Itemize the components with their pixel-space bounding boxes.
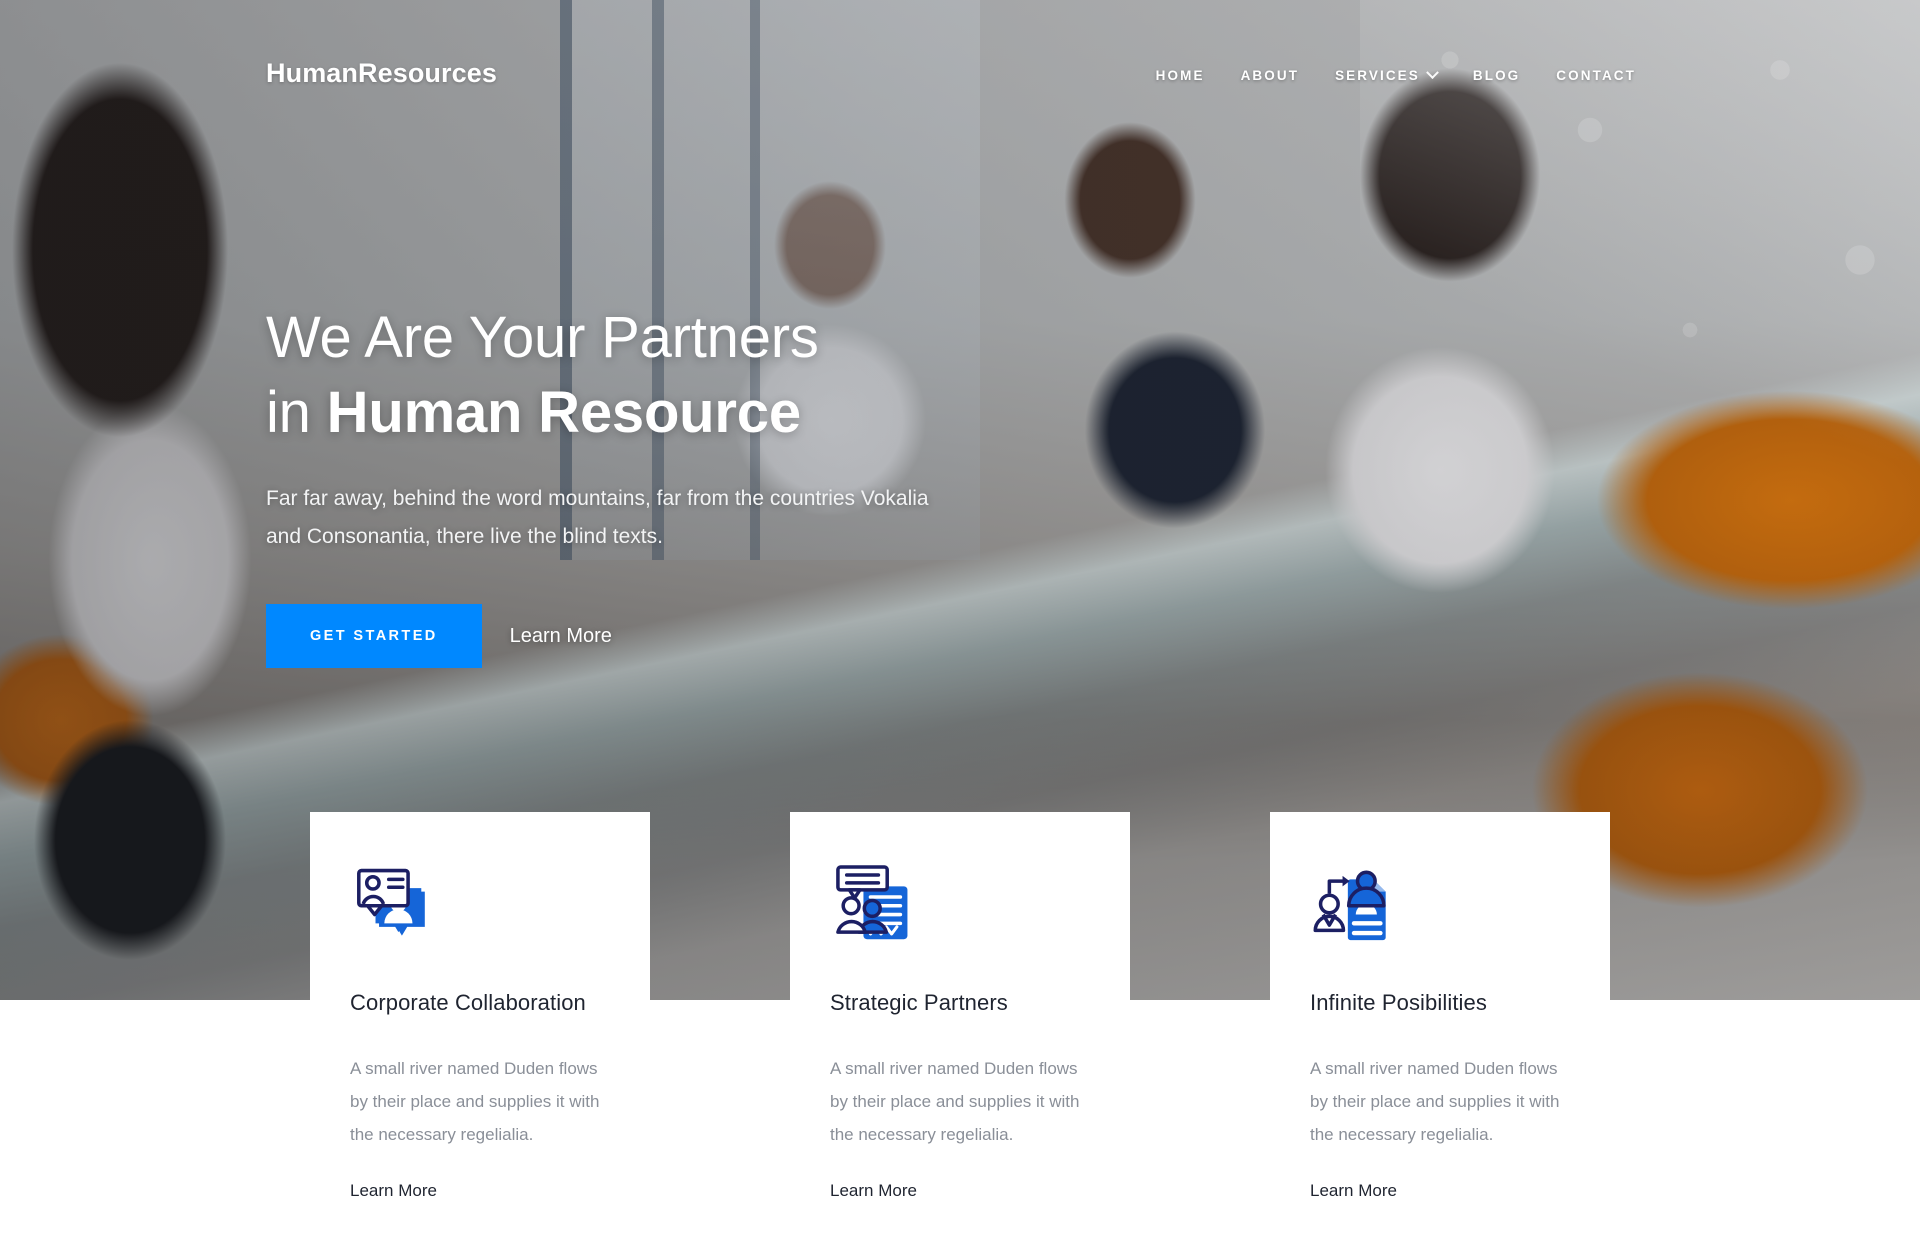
feature-card-title: Strategic Partners bbox=[830, 990, 1008, 1015]
nav-item-label: CONTACT bbox=[1556, 68, 1636, 83]
hero-title: We Are Your Partners in Human Resource bbox=[266, 300, 1086, 450]
feature-card: Infinite Posibilities A small river named… bbox=[1270, 812, 1610, 1241]
nav-about[interactable]: ABOUT bbox=[1223, 68, 1318, 83]
brand-logo[interactable]: HumanResources bbox=[266, 58, 497, 89]
hero-learn-more-link[interactable]: Learn More bbox=[510, 625, 612, 648]
feature-card-learn-more-link[interactable]: Learn More bbox=[350, 1181, 437, 1201]
feature-card-description: A small river named Duden flows by their… bbox=[1310, 1059, 1560, 1144]
main-navigation: HOME ABOUT SERVICES BLOG CONTACT bbox=[1138, 66, 1654, 83]
person-chat-document-icon bbox=[830, 860, 918, 948]
nav-home[interactable]: HOME bbox=[1138, 68, 1223, 83]
feature-card-description: A small river named Duden flows by their… bbox=[350, 1059, 600, 1144]
site-header: HumanResources HOME ABOUT SERVICES BLOG CONT… bbox=[0, 0, 1920, 140]
people-chat-bubbles-icon bbox=[350, 860, 438, 948]
feature-card-learn-more-link[interactable]: Learn More bbox=[830, 1181, 917, 1201]
feature-card-learn-more-link[interactable]: Learn More bbox=[1310, 1181, 1397, 1201]
feature-cards-row: Corporate Collaboration A small river nam… bbox=[310, 812, 1610, 1241]
nav-services[interactable]: SERVICES bbox=[1317, 66, 1455, 83]
hero-title-line1: We Are Your Partners bbox=[266, 305, 819, 370]
nav-contact[interactable]: CONTACT bbox=[1538, 68, 1654, 83]
nav-item-label: BLOG bbox=[1472, 68, 1521, 83]
nav-item-label: SERVICES bbox=[1335, 68, 1420, 83]
hero-copy-block: We Are Your Partners in Human Resource F… bbox=[266, 300, 1086, 668]
person-transfer-resume-icon bbox=[1310, 860, 1398, 948]
hero-title-line2-prefix: in bbox=[266, 380, 327, 445]
feature-card-title: Infinite Posibilities bbox=[1310, 990, 1487, 1015]
get-started-button[interactable]: GET STARTED bbox=[266, 604, 482, 668]
feature-card: Corporate Collaboration A small river nam… bbox=[310, 812, 650, 1241]
feature-card: Strategic Partners A small river named Du… bbox=[790, 812, 1130, 1241]
hero-subtitle: Far far away, behind the word mountains,… bbox=[266, 487, 929, 548]
feature-card-description: A small river named Duden flows by their… bbox=[830, 1059, 1080, 1144]
hero-title-line2-strong: Human Resource bbox=[326, 380, 801, 445]
nav-blog[interactable]: BLOG bbox=[1455, 68, 1538, 83]
hero-action-row: GET STARTED Learn More bbox=[266, 604, 1086, 668]
nav-item-label: ABOUT bbox=[1240, 68, 1300, 83]
feature-card-title: Corporate Collaboration bbox=[350, 990, 586, 1015]
nav-item-label: HOME bbox=[1155, 68, 1205, 83]
chevron-down-icon bbox=[1426, 66, 1439, 80]
